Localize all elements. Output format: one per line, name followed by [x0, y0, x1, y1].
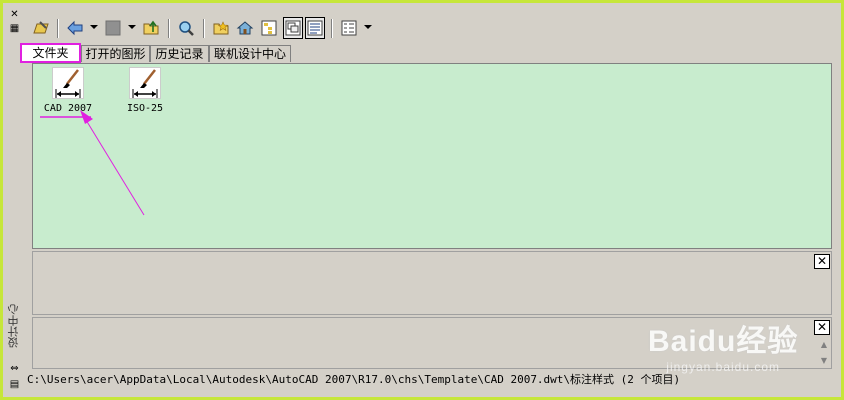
back-icon[interactable] — [65, 17, 85, 39]
list-item[interactable]: ISO-25 — [115, 67, 175, 114]
search-icon[interactable] — [176, 17, 196, 39]
tab-open-drawings[interactable]: 打开的图形 — [81, 45, 150, 62]
item-label: ISO-25 — [126, 103, 164, 114]
palette-menu-icon[interactable]: ▤ — [8, 379, 21, 391]
preview-pane: ✕ — [32, 251, 832, 315]
back-dropdown-icon[interactable] — [90, 25, 98, 29]
item-label: CAD 2007 — [43, 103, 93, 114]
watermark-url: jingyan.baidu.com — [666, 360, 781, 374]
tab-folders[interactable]: 文件夹 — [20, 43, 81, 63]
close-preview-icon[interactable]: ✕ — [814, 254, 830, 269]
content-area: CAD 2007 ISO-25 — [32, 63, 832, 249]
palette-title: 设计中心 — [7, 304, 20, 348]
toolbar — [29, 17, 429, 41]
forward-icon[interactable] — [103, 17, 123, 39]
favorites-icon[interactable] — [211, 17, 231, 39]
scroll-up-icon[interactable]: ▲ — [821, 340, 827, 349]
dimension-style-icon — [52, 67, 84, 99]
views-icon[interactable] — [339, 17, 359, 39]
palette-title-strip: ✕ ▦ 设计中心 ⇔ ▤ — [7, 7, 23, 393]
tree-view-toggle-icon[interactable] — [259, 17, 279, 39]
dimension-style-icon — [129, 67, 161, 99]
scroll-down-icon[interactable]: ▼ — [821, 356, 827, 365]
home-icon[interactable] — [235, 17, 255, 39]
load-icon[interactable] — [31, 17, 51, 39]
list-item[interactable]: CAD 2007 — [38, 67, 98, 114]
views-dropdown-icon[interactable] — [364, 25, 372, 29]
auto-hide-icon[interactable]: ⇔ — [8, 363, 21, 375]
tab-history[interactable]: 历史记录 — [150, 45, 209, 62]
tab-dc-online[interactable]: 联机设计中心 — [209, 45, 291, 62]
forward-dropdown-icon[interactable] — [128, 25, 136, 29]
description-icon[interactable] — [305, 17, 325, 39]
up-icon[interactable] — [141, 17, 161, 39]
properties-icon[interactable]: ▦ — [8, 23, 21, 35]
watermark: Baidu经验 jingyan.baidu.com — [648, 316, 798, 374]
close-palette-icon[interactable]: ✕ — [8, 9, 21, 21]
watermark-brand: Baidu经验 — [648, 325, 799, 358]
status-path: C:\Users\acer\AppData\Local\Autodesk\Aut… — [27, 373, 681, 386]
close-description-icon[interactable]: ✕ — [814, 320, 830, 335]
preview-icon[interactable] — [283, 17, 303, 39]
